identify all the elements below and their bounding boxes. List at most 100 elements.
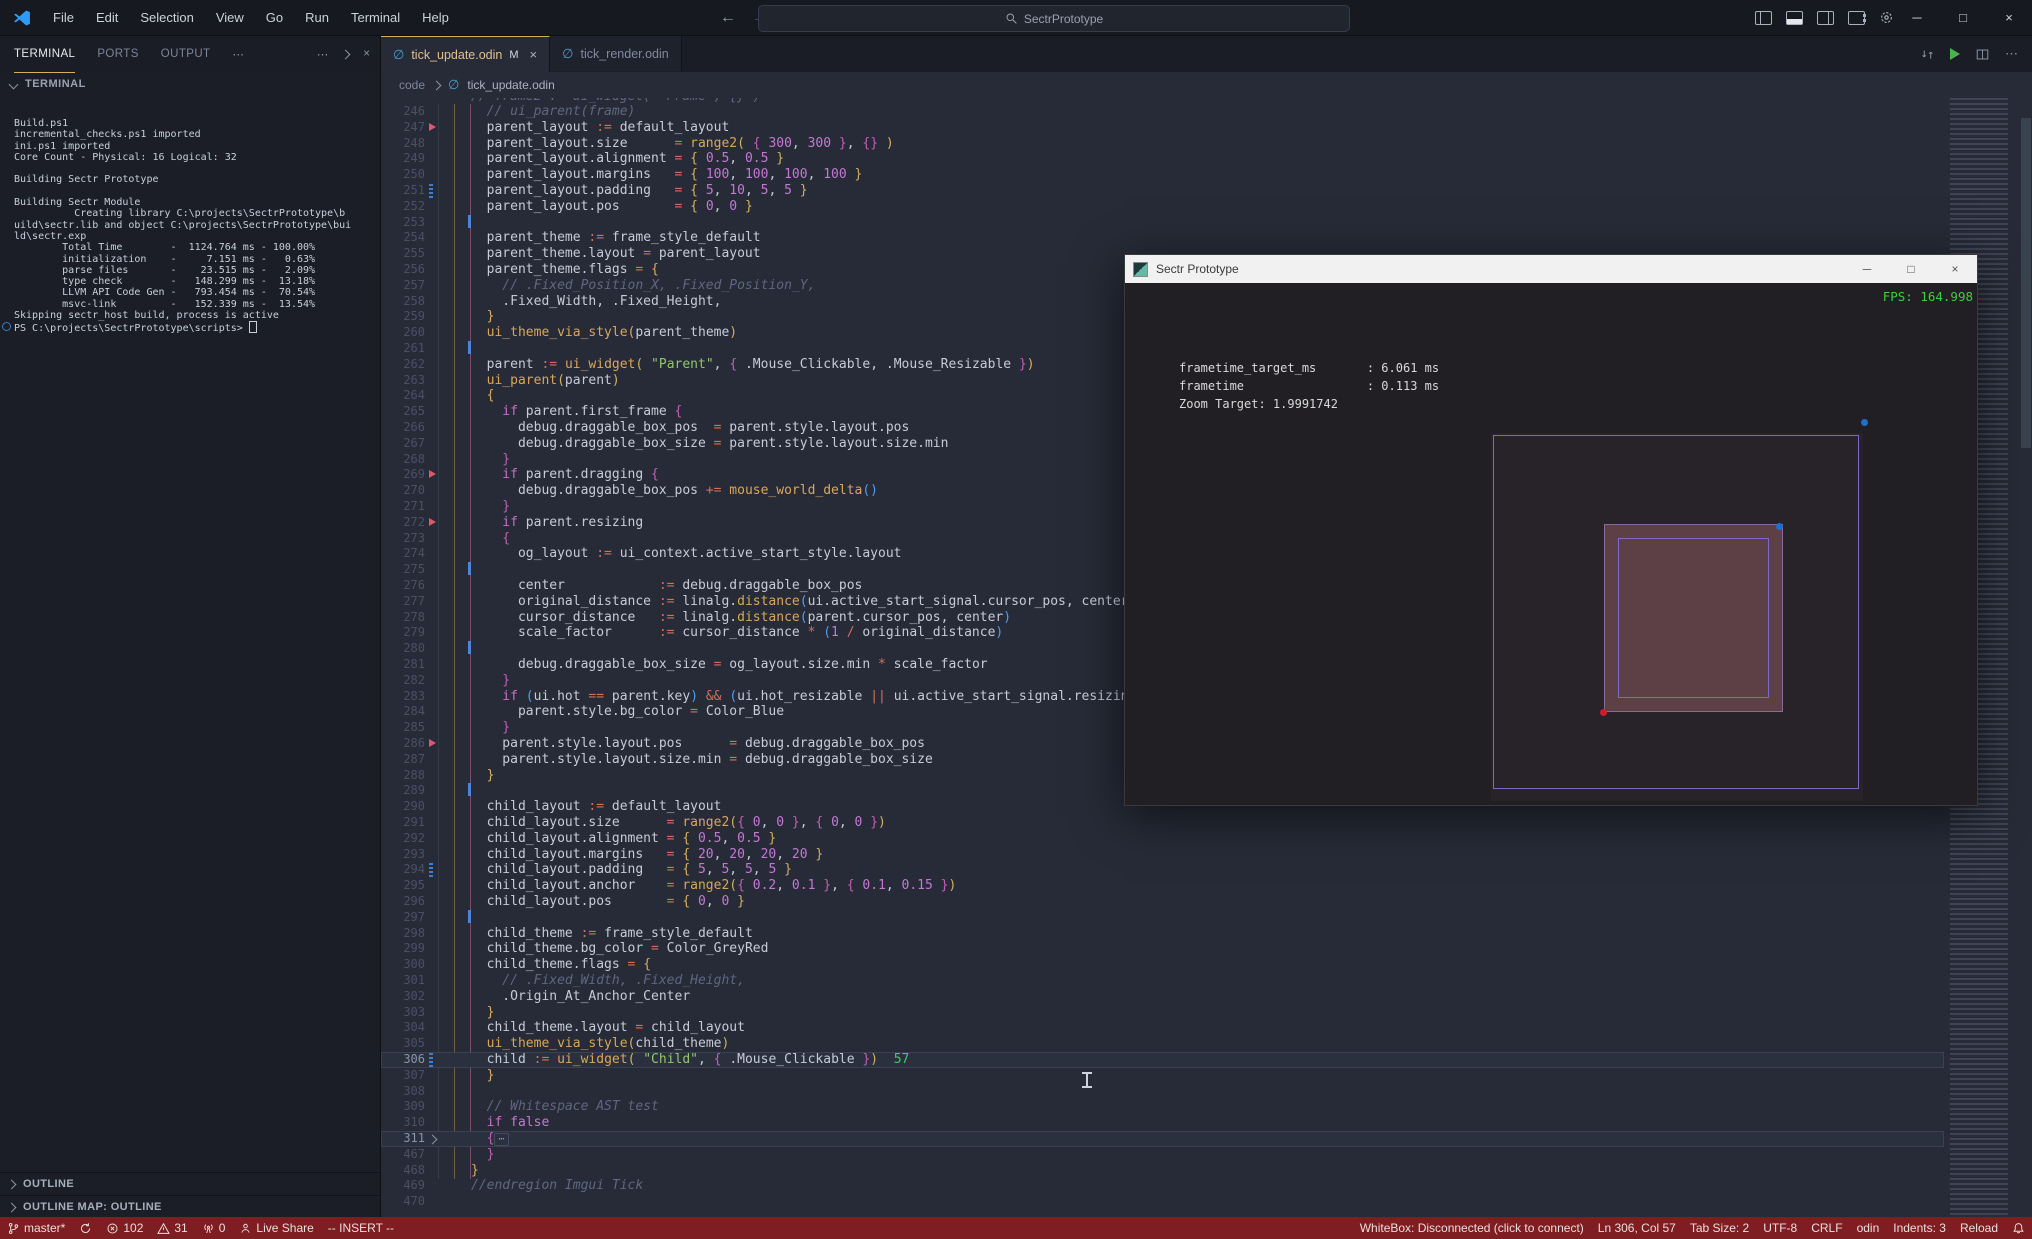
terminal-prompt[interactable]: PS C:\projects\SectrPrototype\scripts> xyxy=(0,321,380,334)
minimize-button[interactable]: ─ xyxy=(1894,0,1940,35)
panel-more-tabs-icon[interactable]: ⋯ xyxy=(232,47,244,61)
code-line-468[interactable]: 468} xyxy=(381,1163,1944,1179)
code-line-291[interactable]: 291 child_layout.size = range2({ 0, 0 },… xyxy=(381,815,1944,831)
close-button[interactable]: × xyxy=(1986,0,2032,35)
menu-help[interactable]: Help xyxy=(411,0,460,35)
code-line-297[interactable]: 297 xyxy=(381,909,1944,926)
status-tab-size-2[interactable]: Tab Size: 2 xyxy=(1683,1221,1756,1235)
menu-edit[interactable]: Edit xyxy=(85,0,129,35)
code-line-310[interactable]: 310 if false xyxy=(381,1115,1944,1131)
code-line-307[interactable]: 307 } xyxy=(381,1068,1944,1084)
code-line-251[interactable]: 251 parent_layout.padding = { 5, 10, 5, … xyxy=(381,183,1944,199)
status-odin[interactable]: odin xyxy=(1850,1221,1887,1235)
sectr-maximize-button[interactable]: □ xyxy=(1889,255,1933,283)
code-line-304[interactable]: 304 child_theme.layout = child_layout xyxy=(381,1020,1944,1036)
sectr-prototype-window[interactable]: Sectr Prototype ─ □ × FPS: 164.998 frame… xyxy=(1124,254,1978,806)
breadcrumb-file[interactable]: tick_update.odin xyxy=(467,78,554,92)
code-line-293[interactable]: 293 child_layout.margins = { 20, 20, 20,… xyxy=(381,847,1944,863)
compare-changes-icon[interactable] xyxy=(1921,48,1934,61)
terminal-section-header[interactable]: TERMINAL xyxy=(0,72,380,96)
handle-dot-red-child[interactable] xyxy=(1600,709,1607,716)
code-line-311[interactable]: 311 {⋯ xyxy=(381,1131,1944,1147)
panel-maximize-icon[interactable] xyxy=(340,49,351,59)
section-outline-map-outline[interactable]: OUTLINE MAP: OUTLINE xyxy=(0,1195,380,1218)
code-line-467[interactable]: 467 } xyxy=(381,1147,1944,1163)
handle-dot-blue-outer[interactable] xyxy=(1861,419,1868,426)
code-line-300[interactable]: 300 child_theme.flags = { xyxy=(381,957,1944,973)
split-editor-icon[interactable] xyxy=(1976,48,1989,61)
breadcrumb-folder[interactable]: code xyxy=(399,78,425,92)
code-line-247[interactable]: 247 parent_layout := default_layout xyxy=(381,120,1944,136)
code-line-252[interactable]: 252 parent_layout.pos = { 0, 0 } xyxy=(381,199,1944,215)
code-line-292[interactable]: 292 child_layout.alignment = { 0.5, 0.5 … xyxy=(381,831,1944,847)
code-line-301[interactable]: 301 // .Fixed_Width, .Fixed_Height, xyxy=(381,973,1944,989)
code-line-305[interactable]: 305 ui_theme_via_style(child_theme) xyxy=(381,1036,1944,1052)
toggle-panel-icon[interactable] xyxy=(1786,10,1803,25)
editor-scrollbar[interactable] xyxy=(2020,98,2032,1217)
code-line-254[interactable]: 254 parent_theme := frame_style_default xyxy=(381,230,1944,246)
status-31[interactable]: 31 xyxy=(150,1221,194,1235)
status-reload[interactable]: Reload xyxy=(1953,1221,2005,1235)
section-outline[interactable]: OUTLINE xyxy=(0,1172,380,1195)
panel-close-icon[interactable]: × xyxy=(363,48,370,60)
code-line-248[interactable]: 248 parent_layout.size = range2( { 300, … xyxy=(381,136,1944,152)
panel-tab-ports[interactable]: PORTS xyxy=(97,36,138,72)
menu-run[interactable]: Run xyxy=(294,0,340,35)
code-line-303[interactable]: 303 } xyxy=(381,1005,1944,1021)
editor-tab-tick_render.odin[interactable]: ∅ tick_render.odin xyxy=(550,36,682,71)
status-utf-8[interactable]: UTF-8 xyxy=(1756,1221,1804,1235)
toggle-sidebar-icon[interactable] xyxy=(1755,10,1772,25)
code-line-298[interactable]: 298 child_theme := frame_style_default xyxy=(381,926,1944,942)
handle-dot-blue-child[interactable] xyxy=(1776,523,1783,530)
status-live-share[interactable]: Live Share xyxy=(232,1221,320,1235)
code-line-308[interactable]: 308 xyxy=(381,1084,1944,1100)
editor-tab-tick_update.odin[interactable]: ∅ tick_update.odin M × xyxy=(381,36,551,72)
code-line-469[interactable]: 469//endregion Imgui Tick xyxy=(381,1178,1944,1194)
status-indents-3[interactable]: Indents: 3 xyxy=(1886,1221,1953,1235)
status-whitebox-disconnected-click-to-connect[interactable]: WhiteBox: Disconnected (click to connect… xyxy=(1353,1221,1591,1235)
sectr-minimize-button[interactable]: ─ xyxy=(1845,255,1889,283)
code-line-294[interactable]: 294 child_layout.padding = { 5, 5, 5, 5 … xyxy=(381,862,1944,878)
code-line-470[interactable]: 470 xyxy=(381,1194,1944,1210)
panel-actions-icon[interactable]: ⋯ xyxy=(317,47,329,61)
code-line-246[interactable]: 246 // ui_parent(frame) xyxy=(381,104,1944,120)
status-bell[interactable] xyxy=(2005,1222,2032,1235)
maximize-button[interactable]: □ xyxy=(1940,0,1986,35)
code-line-250[interactable]: 250 parent_layout.margins = { 100, 100, … xyxy=(381,167,1944,183)
status-102[interactable]: 102 xyxy=(99,1221,150,1235)
status-sync[interactable] xyxy=(72,1222,99,1235)
code-line-309[interactable]: 309 // Whitespace AST test xyxy=(381,1099,1944,1115)
code-line-299[interactable]: 299 child_theme.bg_color = Color_GreyRed xyxy=(381,941,1944,957)
sectr-viewport[interactable]: FPS: 164.998 frametime_target_ms : 6.061… xyxy=(1125,283,1977,805)
close-tab-icon[interactable]: × xyxy=(530,47,538,62)
run-file-icon[interactable] xyxy=(1950,48,1960,60)
status-crlf[interactable]: CRLF xyxy=(1804,1221,1849,1235)
status-insert[interactable]: -- INSERT -- xyxy=(321,1221,401,1235)
sectr-close-button[interactable]: × xyxy=(1933,255,1977,283)
code-line-295[interactable]: 295 child_layout.anchor = range2({ 0.2, … xyxy=(381,878,1944,894)
menu-file[interactable]: File xyxy=(42,0,85,35)
fold-chevron-icon[interactable] xyxy=(427,1134,438,1145)
back-arrow-icon[interactable]: ← xyxy=(720,9,736,27)
command-search-box[interactable]: SectrPrototype xyxy=(758,5,1350,32)
breadcrumb[interactable]: code ∅ tick_update.odin xyxy=(381,72,2032,98)
code-line-296[interactable]: 296 child_layout.pos = { 0, 0 } xyxy=(381,894,1944,910)
menu-view[interactable]: View xyxy=(205,0,255,35)
code-line-302[interactable]: 302 .Origin_At_Anchor_Center xyxy=(381,989,1944,1005)
menu-terminal[interactable]: Terminal xyxy=(340,0,411,35)
status-ln-306-col-57[interactable]: Ln 306, Col 57 xyxy=(1591,1221,1683,1235)
terminal-output[interactable]: Build.ps1 incremental_checks.ps1 imported… xyxy=(0,118,380,1178)
menu-selection[interactable]: Selection xyxy=(129,0,204,35)
code-line-253[interactable]: 253 xyxy=(381,214,1944,231)
gear-icon[interactable] xyxy=(1879,10,1894,25)
code-line-306[interactable]: 306 child := ui_widget( "Child", { .Mous… xyxy=(381,1052,1944,1068)
status-0[interactable]: 0 xyxy=(195,1221,233,1235)
editor-more-actions-icon[interactable]: ⋯ xyxy=(2005,46,2018,62)
toggle-secondary-sidebar-icon[interactable] xyxy=(1817,10,1834,25)
customize-layout-icon[interactable] xyxy=(1848,10,1866,25)
panel-tab-output[interactable]: OUTPUT xyxy=(161,36,211,72)
sectr-title-bar[interactable]: Sectr Prototype ─ □ × xyxy=(1125,255,1977,283)
panel-tab-terminal[interactable]: TERMINAL xyxy=(14,36,76,73)
status-master[interactable]: master* xyxy=(0,1221,72,1235)
menu-go[interactable]: Go xyxy=(255,0,294,35)
